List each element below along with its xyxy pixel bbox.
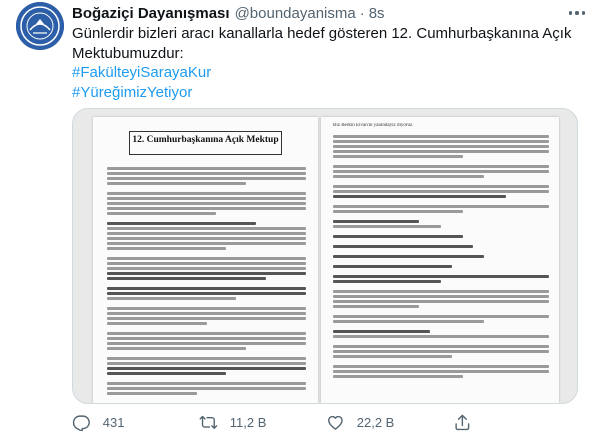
user-handle[interactable]: @boundayanisma	[235, 5, 356, 22]
separator-dot: ·	[359, 4, 365, 22]
share-button[interactable]	[453, 412, 472, 432]
like-button[interactable]: 22,2 B	[326, 412, 394, 432]
like-count: 22,2 B	[356, 414, 395, 430]
share-icon	[455, 414, 470, 430]
letter-body-right	[333, 133, 549, 397]
retweet-count: 11,2 B	[229, 414, 267, 430]
tweet-text: Günlerdir bizleri aracı kanallarla hedef…	[72, 24, 572, 102]
tweet-header: Boğaziçi Dayanışması @boundayanisma · 8s	[72, 3, 385, 23]
reply-count: 431	[102, 414, 125, 430]
timestamp[interactable]: 8s	[369, 5, 385, 22]
tweet-action-bar: 431 11,2 B 22,2 B	[72, 404, 578, 436]
tweet-text-line: Mektubumuzdur:	[72, 44, 184, 62]
more-options-icon[interactable]	[564, 4, 590, 22]
bogazici-logo-icon	[16, 2, 64, 50]
retweet-icon	[199, 415, 218, 429]
letter-right-top-line: Biz Berkin Elvan'ın yanındayız diyoruz.	[333, 123, 414, 128]
heart-icon	[328, 415, 343, 430]
letter-page-left: 12. Cumhurbaşkanına Açık Mektup	[93, 117, 318, 403]
tweet-media-image[interactable]: 12. Cumhurbaşkanına Açık Mektup Biz Berk…	[72, 108, 578, 404]
letter-body-left	[107, 165, 306, 397]
tweet: Boğaziçi Dayanışması @boundayanisma · 8s…	[0, 0, 606, 448]
letter-title: 12. Cumhurbaşkanına Açık Mektup	[132, 135, 279, 145]
reply-button[interactable]: 431	[72, 412, 124, 432]
letter-page-right: Biz Berkin Elvan'ın yanındayız diyoruz.	[321, 117, 559, 403]
display-name[interactable]: Boğaziçi Dayanışması	[72, 5, 230, 22]
reply-icon	[72, 415, 90, 432]
hashtag-link[interactable]: #YüreğimizYetiyor	[72, 83, 572, 103]
tweet-text-line: Günlerdir bizleri aracı kanallarla hedef…	[72, 25, 572, 42]
hashtag-link[interactable]: #FakülteyiSarayaKur	[72, 63, 572, 83]
avatar[interactable]	[16, 2, 64, 50]
retweet-button[interactable]: 11,2 B	[199, 412, 266, 432]
